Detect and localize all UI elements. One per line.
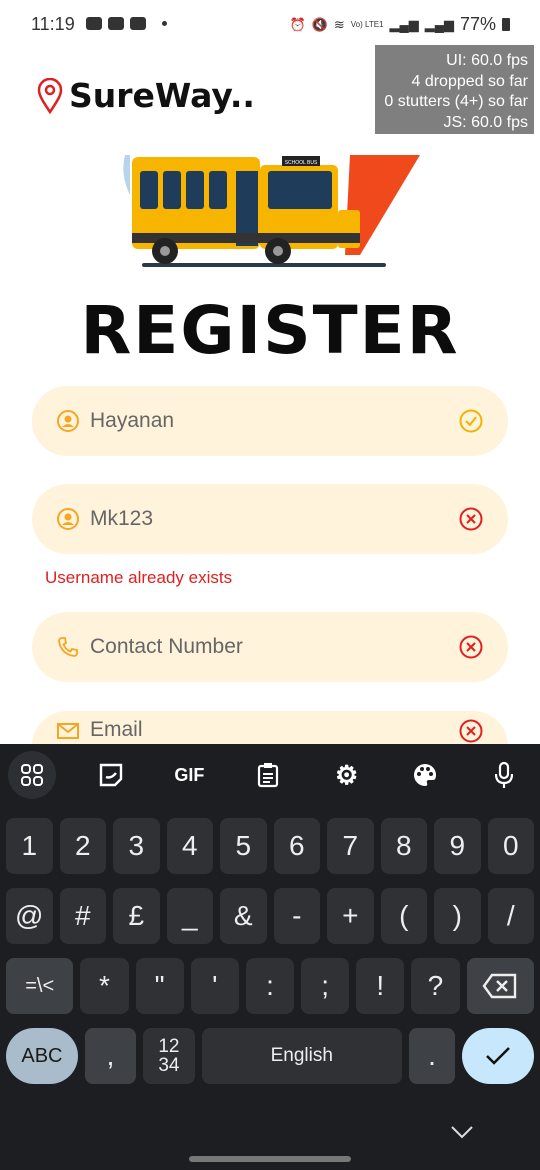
key-hash[interactable]: # [59,888,106,944]
done-key[interactable] [462,1028,534,1084]
bottom-row: ABC , 12 34 English . [6,1028,534,1084]
more-notifications-icon [162,21,167,26]
key-semicolon[interactable]: ; [301,958,350,1014]
error-circle-icon [459,719,483,743]
key-underscore[interactable]: _ [166,888,213,944]
sticker-icon[interactable] [87,751,135,799]
key-9[interactable]: 9 [434,818,481,874]
key-8[interactable]: 8 [380,818,427,874]
name-input[interactable]: Hayanan [90,409,458,433]
key-double-quote[interactable]: " [135,958,184,1014]
key-at[interactable]: @ [6,888,53,944]
key-period[interactable]: . [408,1028,456,1084]
key-minus[interactable]: - [273,888,320,944]
fps-monitor: UI: 60.0 fps 4 dropped so far 0 stutters… [375,45,534,134]
more-symbols-key[interactable]: =\< [6,958,74,1014]
symbol-row-1: @ # £ _ & - + ( ) / [6,888,534,944]
fps-dropped: 4 dropped so far [411,72,528,90]
key-asterisk[interactable]: * [80,958,129,1014]
signal-icon: ▂▄▆ [424,16,454,32]
user-icon [57,508,79,530]
key-open-paren[interactable]: ( [380,888,427,944]
clock: 11:19 [31,14,75,34]
user-icon [57,410,79,432]
key-3[interactable]: 3 [113,818,160,874]
fps-js: JS: 60.0 fps [443,113,529,131]
key-colon[interactable]: : [245,958,295,1014]
home-gesture-bar[interactable] [189,1156,351,1162]
wifi-icon: ≋ [333,16,345,32]
number-row: 1 2 3 4 5 6 7 8 9 0 [6,818,534,874]
theme-palette-icon[interactable] [401,751,449,799]
keyboard: GIF ⚙ 1 2 3 4 5 6 7 8 9 0 @ # £ _ & - + … [0,744,540,1170]
username-input[interactable]: Mk123 [90,507,458,531]
fps-stutters: 0 stutters (4+) so far [384,93,528,110]
key-pound[interactable]: £ [113,888,160,944]
key-plus[interactable]: + [327,888,374,944]
abc-key[interactable]: ABC [6,1028,78,1084]
battery-percent: 77% [459,14,496,34]
apps-grid-icon[interactable] [8,751,56,799]
gallery-icon [86,17,102,30]
app-logo: SureWay.. [37,76,255,115]
key-comma[interactable]: , [84,1028,137,1084]
hide-keyboard-chevron-icon[interactable] [450,1124,474,1140]
microphone-icon[interactable] [480,751,528,799]
backspace-key[interactable] [466,958,534,1014]
symbol-row-2: =\< * " ' : ; ! ? [6,958,534,1014]
username-error: Username already exists [45,568,233,587]
key-1[interactable]: 1 [6,818,53,874]
status-bar: 11:19 ⏰ 🔇 ≋ Vo) LTE1 ▂▄▆ ▂▄▆ 77% [0,0,540,48]
name-field[interactable]: Hayanan [32,386,508,456]
key-exclamation[interactable]: ! [356,958,405,1014]
keyboard-toolbar: GIF ⚙ [0,744,540,806]
page-title: REGISTER [80,292,460,369]
key-7[interactable]: 7 [327,818,374,874]
alarm-icon: ⏰ [289,16,306,32]
key-6[interactable]: 6 [273,818,320,874]
email-input[interactable]: Email [90,718,458,742]
clipboard-icon[interactable] [244,751,292,799]
error-circle-icon [459,635,483,659]
key-5[interactable]: 5 [220,818,267,874]
network-label: Vo) LTE1 [350,20,384,29]
mail-icon [57,723,79,739]
youtube-icon [130,17,146,30]
mute-icon: 🔇 [311,16,328,32]
space-key[interactable]: English [201,1028,402,1084]
contact-field[interactable]: Contact Number [32,612,508,682]
school-bus-illustration: SCHOOL BUS [123,155,420,267]
fps-ui: UI: 60.0 fps [446,52,528,69]
phone-icon [58,637,78,657]
brand-name: SureWay.. [69,76,255,115]
gif-button[interactable]: GIF [165,751,213,799]
backspace-icon [482,973,517,999]
key-single-quote[interactable]: ' [190,958,239,1014]
signal-icon: ▂▄▆ [389,16,419,32]
youtube-icon [108,17,124,30]
contact-input[interactable]: Contact Number [90,635,458,659]
checkmark-icon [486,1047,510,1065]
check-circle-icon [459,409,483,433]
key-close-paren[interactable]: ) [434,888,481,944]
numpad-key[interactable]: 12 34 [143,1028,195,1084]
error-circle-icon [459,507,483,531]
bus-sign: SCHOOL BUS [285,160,318,166]
key-ampersand[interactable]: & [220,888,267,944]
settings-gear-icon[interactable]: ⚙ [323,751,371,799]
username-field[interactable]: Mk123 [32,484,508,554]
key-slash[interactable]: / [487,888,534,944]
key-4[interactable]: 4 [166,818,213,874]
key-2[interactable]: 2 [59,818,106,874]
battery-icon [502,18,510,31]
location-pin-icon [37,77,63,114]
key-0[interactable]: 0 [487,818,534,874]
key-question[interactable]: ? [411,958,460,1014]
